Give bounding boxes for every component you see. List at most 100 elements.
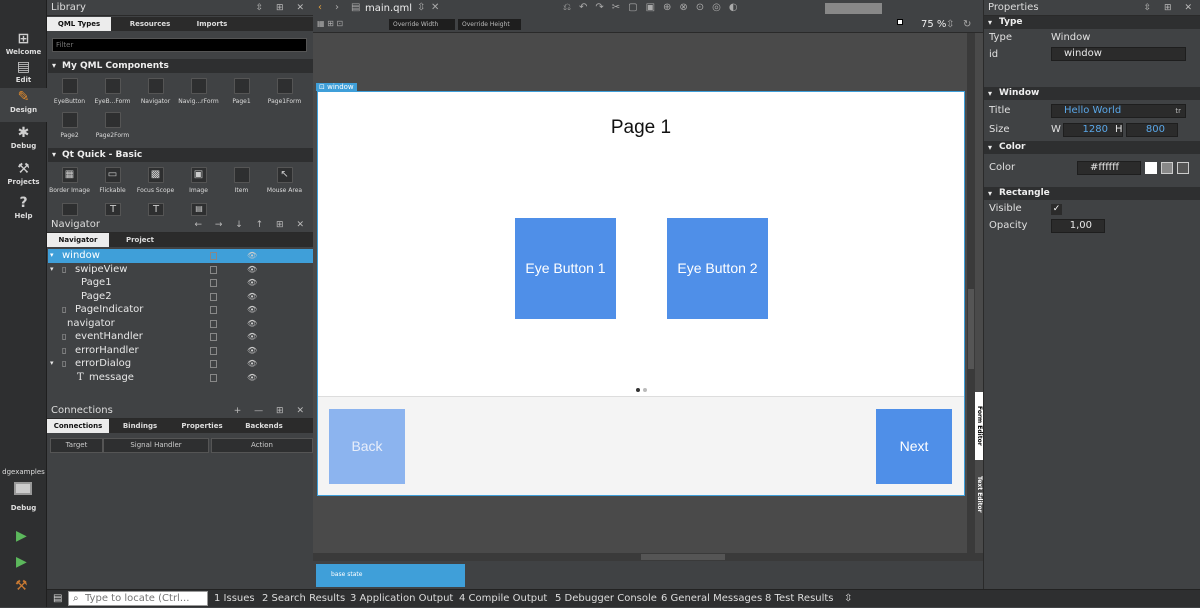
override-width-input[interactable]: Override Width [389,19,455,30]
run-icon[interactable]: ▶ [16,528,27,544]
eye-icon[interactable]: 👁 [247,317,257,331]
back-arrow-icon[interactable]: ‹ [318,2,322,13]
state-combo[interactable] [825,3,882,14]
reset-icon[interactable]: ↻ [963,19,971,30]
column-target[interactable]: Target [50,438,103,453]
component-page1form[interactable]: Page1Form [263,75,306,115]
tab-connections[interactable]: Connections [47,419,109,433]
translate-icon[interactable]: tr [1175,105,1181,117]
eye-icon[interactable]: 👁 [247,303,257,317]
section-my-qml-components[interactable]: My QML Components [48,59,313,73]
rectangle-icon[interactable] [62,203,78,216]
tree-item-page1[interactable]: Page1 👁 [48,276,313,290]
text-icon[interactable]: T [105,203,121,216]
mode-debug[interactable]: ✱ Debug [0,124,47,158]
connections-tools-icon[interactable]: + — ⊞ ✕ [234,403,309,419]
tab-form-editor[interactable]: Form Editor [975,392,983,460]
build-hammer-icon[interactable]: ⚒ [15,578,28,594]
tree-item-eventhandler[interactable]: ▯ eventHandler 👁 [48,330,313,344]
mode-projects[interactable]: ⚒ Projects [0,160,47,194]
column-action[interactable]: Action [211,438,313,453]
tree-item-pageindicator[interactable]: ▯ PageIndicator 👁 [48,303,313,317]
section-color[interactable]: Color [984,141,1200,154]
tab-backends[interactable]: Backends [233,419,295,433]
debug-run-icon[interactable]: ▶ [16,554,27,570]
file-dropdown-icon[interactable]: ⇳ [417,2,425,13]
background-toggle-icon[interactable] [897,19,903,25]
eye-icon[interactable]: 👁 [247,276,257,290]
section-qt-quick-basic[interactable]: Qt Quick - Basic [48,148,313,162]
transparent-icon[interactable] [1177,162,1189,174]
output-issues[interactable]: 1 Issues [214,590,255,608]
back-button[interactable]: Back [329,409,405,484]
toggle-sidebar-icon[interactable]: ▤ [53,590,62,608]
export-checkbox[interactable] [210,293,217,301]
locate-input[interactable] [68,591,208,606]
next-button[interactable]: Next [876,409,952,484]
component-page2[interactable]: Page2 [48,109,91,149]
properties-tools-icon[interactable]: ⇳ ⊞ ✕ [1144,0,1197,16]
component-page2form[interactable]: Page2Form [91,109,134,149]
edit-tools-icon[interactable]: ⎌↶↷✂▢▣⊕⊗⊙◎◐ [563,2,746,13]
page-indicator-dot[interactable] [643,388,647,392]
snap-icon[interactable]: ▦ ⊞ ⊡ [317,19,343,28]
eye-button-2[interactable]: Eye Button 2 [667,218,768,319]
component-image[interactable]: ▣ Image [177,164,220,204]
tree-item-errorhandler[interactable]: ▯ errorHandler 👁 [48,344,313,358]
tree-item-errordialog[interactable]: ▾ ▯ errorDialog 👁 [48,357,313,371]
output-application-output[interactable]: 3 Application Output [350,590,453,608]
window-preview[interactable]: Page 1 Eye Button 1 Eye Button 2 Back Ne… [317,91,965,496]
export-checkbox[interactable] [210,279,217,287]
height-spinbox[interactable]: 800 [1126,123,1178,137]
vertical-scrollbar[interactable] [967,33,975,553]
override-height-input[interactable]: Override Height [458,19,521,30]
zoom-level[interactable]: 75 % [921,19,946,30]
component-mouse-area[interactable]: ↖ Mouse Area [263,164,306,204]
output-debugger-console[interactable]: 5 Debugger Console [555,590,657,608]
eye-icon[interactable]: 👁 [247,290,257,304]
base-state[interactable]: base state [316,564,465,587]
export-checkbox[interactable] [210,360,217,368]
component-navigatorform[interactable]: Navig...rForm [177,75,220,115]
output-compile-output[interactable]: 4 Compile Output [459,590,547,608]
tree-item-navigator[interactable]: navigator 👁 [48,317,313,331]
mode-help[interactable]: ? Help [0,194,47,228]
output-more-icon[interactable]: ⇳ [844,590,852,608]
tab-navigator[interactable]: Navigator [47,233,109,247]
output-test-results[interactable]: 8 Test Results [765,590,834,608]
color-field[interactable]: #ffffff [1077,161,1141,175]
navigator-tools-icon[interactable]: ← → ↓ ↑ ⊞ ✕ [194,217,309,233]
tree-item-window[interactable]: ▾ window 👁 [48,249,313,263]
tree-item-page2[interactable]: Page2 👁 [48,290,313,304]
section-type[interactable]: Type [984,16,1200,29]
horizontal-scrollbar[interactable] [313,553,983,561]
text-input-icon[interactable]: ▤ [191,203,207,216]
eye-icon[interactable]: 👁 [247,330,257,344]
tree-item-swipeview[interactable]: ▾ ▯ swipeView 👁 [48,263,313,277]
panel-tools-icon[interactable]: ⇳ ⊞ ✕ [256,0,309,16]
monitor-icon[interactable] [14,482,32,495]
title-field[interactable]: Hello World tr [1051,104,1186,118]
component-navigator[interactable]: Navigator [134,75,177,115]
eye-icon[interactable]: 👁 [247,249,257,263]
zoom-dropdown-icon[interactable]: ⇳ [946,19,954,30]
eye-icon[interactable]: 👁 [247,263,257,277]
tab-properties[interactable]: Properties [171,419,233,433]
eye-icon[interactable]: 👁 [247,344,257,358]
text-edit-icon[interactable]: T [148,203,164,216]
scroll-thumb[interactable] [968,289,974,369]
close-file-icon[interactable]: ✕ [431,2,439,13]
eye-icon[interactable]: 👁 [247,371,257,385]
tab-text-editor[interactable]: Text Editor [975,470,983,518]
output-search-results[interactable]: 2 Search Results [262,590,345,608]
export-checkbox[interactable] [210,266,217,274]
mode-design[interactable]: ✎ Design [0,88,47,122]
tree-item-message[interactable]: Tmessage 👁 [48,371,313,385]
export-checkbox[interactable] [210,347,217,355]
library-filter-input[interactable] [52,38,307,52]
tab-bindings[interactable]: Bindings [109,419,171,433]
eye-button-1[interactable]: Eye Button 1 [515,218,616,319]
opacity-spinbox[interactable]: 1,00 [1051,219,1105,233]
section-rectangle[interactable]: Rectangle [984,187,1200,200]
id-field[interactable]: window [1051,47,1186,61]
